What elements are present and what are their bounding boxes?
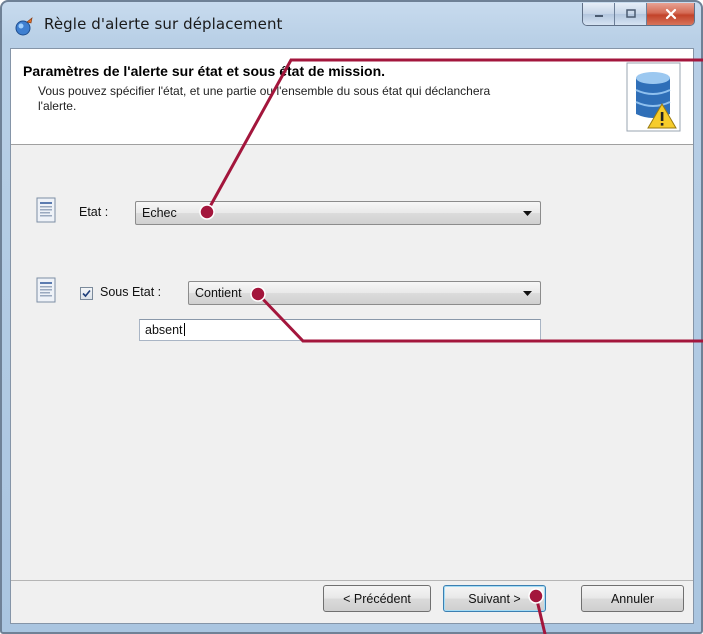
server-warning-icon <box>626 62 681 132</box>
etat-label: Etat : <box>79 205 109 219</box>
sous-etat-mode-dropdown[interactable]: Contient <box>188 281 541 305</box>
etat-dropdown[interactable]: Echec <box>135 201 541 225</box>
previous-button[interactable]: < Précédent <box>323 585 431 612</box>
app-icon <box>15 17 33 36</box>
close-button[interactable] <box>647 3 694 25</box>
chevron-down-icon <box>523 211 532 216</box>
title-bar[interactable]: Règle d'alerte sur déplacement <box>2 2 701 48</box>
header-description: Vous pouvez spécifier l'état, et une par… <box>38 84 491 113</box>
cancel-button[interactable]: Annuler <box>581 585 684 612</box>
minimize-icon <box>594 15 603 17</box>
dialog-window: Règle d'alerte sur déplacement Paramètre… <box>0 0 703 634</box>
document-icon <box>36 277 56 303</box>
wizard-header: Paramètres de l'alerte sur état et sous … <box>11 49 693 145</box>
etat-value: Echec <box>142 206 177 220</box>
minimize-button[interactable] <box>583 3 615 25</box>
sous-etat-text-field[interactable]: absent <box>139 319 541 341</box>
dialog-content: Paramètres de l'alerte sur état et sous … <box>10 48 694 624</box>
text-caret <box>183 323 185 336</box>
document-icon <box>36 197 56 223</box>
maximize-icon <box>625 9 636 18</box>
footer-divider <box>11 580 693 581</box>
sous-etat-mode-value: Contient <box>195 286 242 300</box>
next-button[interactable]: Suivant > <box>443 585 546 612</box>
sous-etat-text-value: absent <box>145 323 183 337</box>
window-title: Règle d'alerte sur déplacement <box>44 15 283 33</box>
header-title: Paramètres de l'alerte sur état et sous … <box>23 63 386 79</box>
close-icon <box>665 8 676 20</box>
sous-etat-label: Sous Etat : <box>100 285 162 299</box>
checkmark-icon <box>82 289 91 298</box>
chevron-down-icon <box>523 291 532 296</box>
caption-buttons <box>582 3 695 26</box>
maximize-button[interactable] <box>615 3 647 25</box>
sous-etat-checkbox[interactable] <box>80 287 93 300</box>
